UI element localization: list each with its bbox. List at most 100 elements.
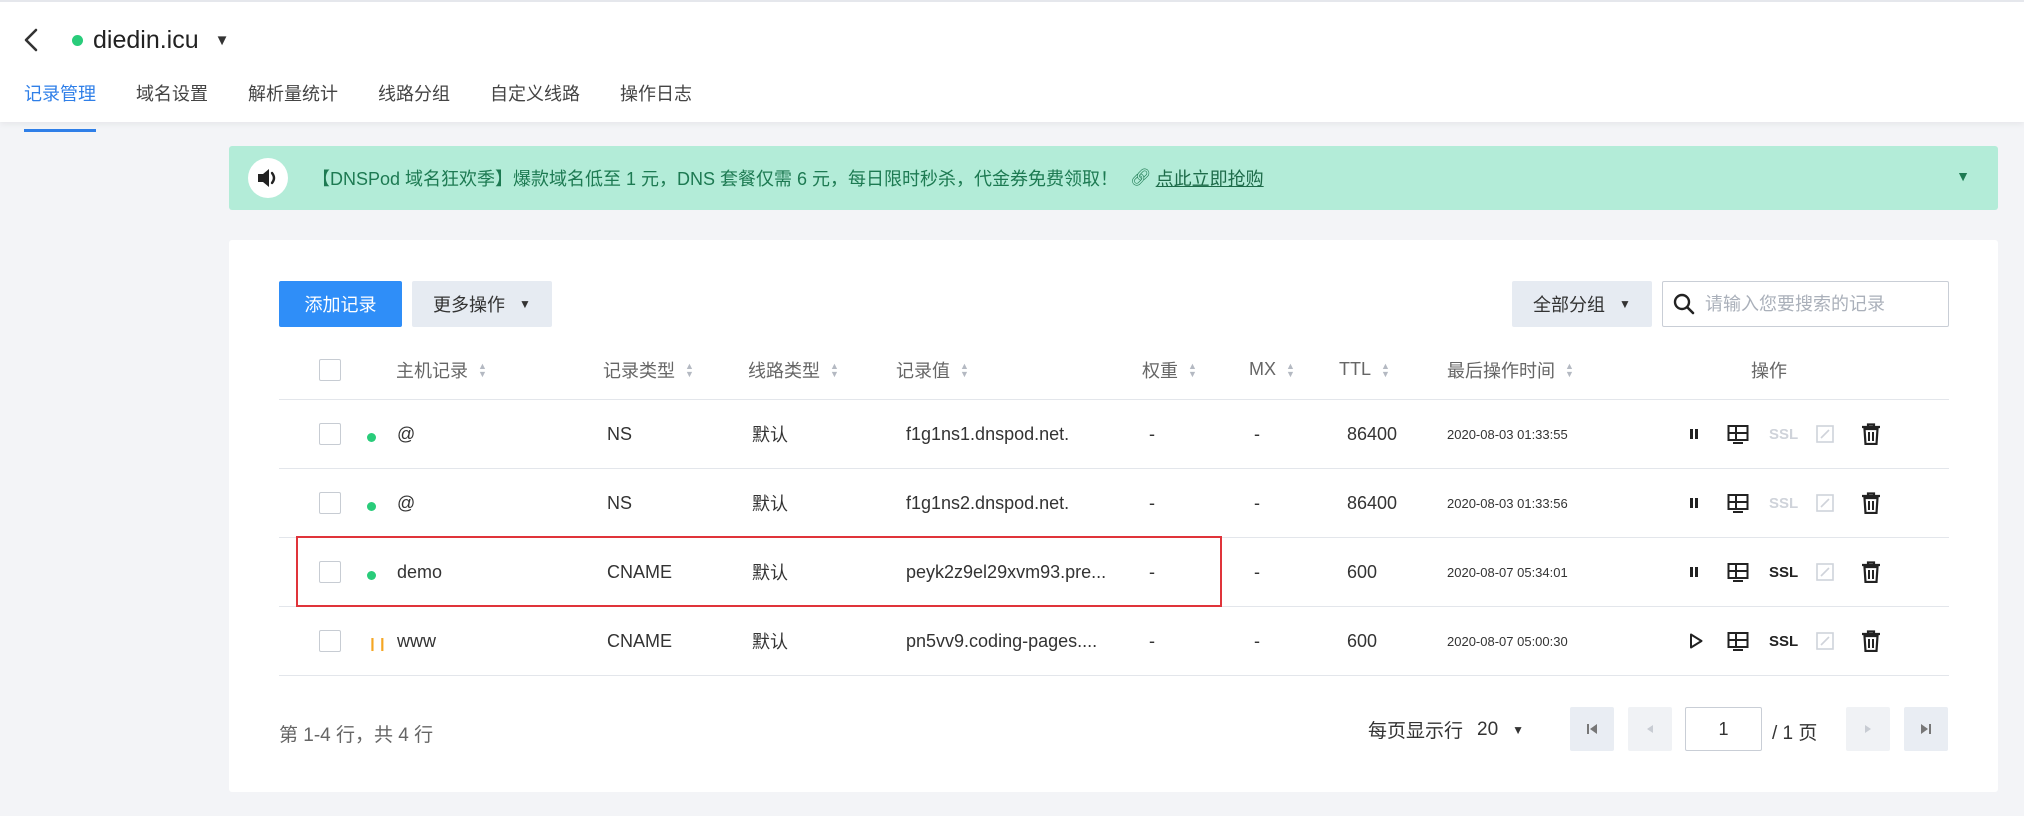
tab-line-groups[interactable]: 线路分组 <box>378 78 450 122</box>
header-mx[interactable]: MX ▲ ▼ <box>1249 340 1295 399</box>
value-cell[interactable]: f1g1ns1.dnspod.net. <box>906 400 1069 468</box>
ssl-button[interactable]: SSL <box>1769 400 1798 468</box>
host-cell[interactable]: www <box>397 607 436 675</box>
weight-cell: - <box>1149 561 1155 582</box>
header-host[interactable]: 主机记录 ▲ ▼ <box>396 340 487 399</box>
row-checkbox[interactable] <box>319 561 341 583</box>
host-cell[interactable]: @ <box>397 400 415 468</box>
page-size-value: 20 <box>1477 718 1499 740</box>
more-actions-label: 更多操作 <box>433 295 506 315</box>
delete-icon[interactable] <box>1861 538 1881 606</box>
remark-icon[interactable] <box>1727 607 1749 675</box>
type-cell[interactable]: CNAME <box>607 607 672 675</box>
pause-icon[interactable] <box>1687 538 1701 606</box>
sort-icon: ▲ ▼ <box>1381 360 1390 379</box>
pause-icon[interactable] <box>1687 469 1701 537</box>
remark-icon[interactable] <box>1727 469 1749 537</box>
header-line[interactable]: 线路类型 ▲ ▼ <box>748 340 839 399</box>
sort-icon: ▲ ▼ <box>1286 360 1295 379</box>
row-checkbox[interactable] <box>319 492 341 514</box>
edit-icon[interactable] <box>1815 469 1835 537</box>
chevron-down-icon: ▼ <box>1619 297 1631 311</box>
page-size-selector[interactable]: 每页显示行 20 ▼ <box>1368 716 1524 743</box>
edit-icon[interactable] <box>1815 538 1835 606</box>
time-cell: 2020-08-07 05:00:30 <box>1447 633 1568 649</box>
value-cell[interactable]: pn5vv9.coding-pages.... <box>906 607 1097 675</box>
search-input[interactable] <box>1705 293 1935 315</box>
header-checkbox-cell <box>319 340 341 399</box>
promo-banner: 【DNSPod 域名狂欢季】爆款域名低至 1 元，DNS 套餐仅需 6 元，每日… <box>229 146 1998 210</box>
row-checkbox-cell <box>319 469 341 537</box>
delete-icon[interactable] <box>1861 400 1881 468</box>
header-weight-label: 权重 <box>1142 360 1178 381</box>
edit-icon[interactable] <box>1815 607 1835 675</box>
domain-name[interactable]: diedin.icu <box>93 26 199 55</box>
host-cell[interactable]: @ <box>397 469 415 537</box>
weight-cell: - <box>1149 423 1155 444</box>
add-record-button[interactable]: 添加记录 <box>279 281 402 327</box>
value-cell[interactable]: f1g1ns2.dnspod.net. <box>906 469 1069 537</box>
mx-cell: - <box>1254 630 1260 651</box>
header-time[interactable]: 最后操作时间 ▲ ▼ <box>1447 340 1574 399</box>
group-filter-dropdown[interactable]: 全部分组 ▼ <box>1512 281 1652 327</box>
tab-custom-lines[interactable]: 自定义线路 <box>490 78 580 122</box>
value-cell[interactable]: peyk2z9el29xvm93.pre... <box>906 538 1106 606</box>
remark-icon[interactable] <box>1727 538 1749 606</box>
status-cell: ❙❙ <box>367 607 388 675</box>
next-page-icon <box>1865 725 1871 733</box>
paused-status-icon: ❙❙ <box>367 636 388 651</box>
collapse-chevron-icon[interactable]: ▼ <box>1956 168 1970 184</box>
table-row: demo CNAME 默认 peyk2z9el29xvm93.pre... - … <box>279 538 1949 607</box>
pause-icon[interactable] <box>1687 400 1701 468</box>
next-page-button[interactable] <box>1846 707 1890 751</box>
header-ttl[interactable]: TTL ▲ ▼ <box>1339 340 1390 399</box>
delete-icon[interactable] <box>1861 469 1881 537</box>
header-ttl-label: TTL <box>1339 359 1372 379</box>
select-all-checkbox[interactable] <box>319 358 341 381</box>
type-cell[interactable]: NS <box>607 469 632 537</box>
sort-icon: ▲ ▼ <box>1565 360 1574 379</box>
prev-page-button[interactable] <box>1628 707 1672 751</box>
last-page-button[interactable] <box>1904 707 1948 751</box>
ssl-button[interactable]: SSL <box>1769 607 1798 675</box>
edit-icon[interactable] <box>1815 400 1835 468</box>
ssl-button[interactable]: SSL <box>1769 538 1798 606</box>
header-value[interactable]: 记录值 ▲ ▼ <box>896 340 969 399</box>
search-icon[interactable] <box>1673 293 1695 315</box>
header-weight[interactable]: 权重 ▲ ▼ <box>1142 340 1197 399</box>
line-cell[interactable]: 默认 <box>752 400 788 468</box>
ttl-cell[interactable]: 86400 <box>1347 469 1397 537</box>
row-checkbox[interactable] <box>319 423 341 445</box>
line-cell[interactable]: 默认 <box>752 469 788 537</box>
banner-buy-link[interactable]: 点此立即抢购 <box>1156 165 1264 191</box>
row-checkbox[interactable] <box>319 630 341 652</box>
line-cell[interactable]: 默认 <box>752 607 788 675</box>
total-pages: / 1 页 <box>1772 723 1818 744</box>
table-row: @ NS 默认 f1g1ns1.dnspod.net. - - 86400 20… <box>279 400 1949 469</box>
ttl-cell[interactable]: 600 <box>1347 538 1377 606</box>
ttl-cell[interactable]: 600 <box>1347 607 1377 675</box>
time-cell: 2020-08-07 05:34:01 <box>1447 564 1568 580</box>
host-cell[interactable]: demo <box>397 538 442 606</box>
delete-icon[interactable] <box>1861 607 1881 675</box>
type-cell[interactable]: NS <box>607 400 632 468</box>
more-actions-button[interactable]: 更多操作 ▼ <box>412 281 552 327</box>
type-cell[interactable]: CNAME <box>607 538 672 606</box>
first-page-button[interactable] <box>1570 707 1614 751</box>
tab-records[interactable]: 记录管理 <box>24 78 96 132</box>
back-arrow-icon[interactable] <box>22 28 40 52</box>
line-cell[interactable]: 默认 <box>752 538 788 606</box>
table-header: 主机记录 ▲ ▼ 记录类型 ▲ ▼ 线路类型 ▲ ▼ 记录值 ▲ ▼ 权重 ▲ ▼ MX ▲ ▼ TTL… <box>279 340 1949 400</box>
tab-domain-settings[interactable]: 域名设置 <box>136 78 208 122</box>
chevron-down-icon[interactable]: ▼ <box>215 32 230 49</box>
row-checkbox-cell <box>319 538 341 606</box>
ttl-cell[interactable]: 86400 <box>1347 400 1397 468</box>
page-number-input[interactable] <box>1685 707 1762 751</box>
ssl-button[interactable]: SSL <box>1769 469 1798 537</box>
tab-operation-log[interactable]: 操作日志 <box>620 78 692 122</box>
header-type[interactable]: 记录类型 ▲ ▼ <box>603 340 694 399</box>
time-cell: 2020-08-03 01:33:55 <box>1447 426 1568 442</box>
play-icon[interactable] <box>1689 607 1703 675</box>
tab-query-stats[interactable]: 解析量统计 <box>248 78 338 122</box>
remark-icon[interactable] <box>1727 400 1749 468</box>
